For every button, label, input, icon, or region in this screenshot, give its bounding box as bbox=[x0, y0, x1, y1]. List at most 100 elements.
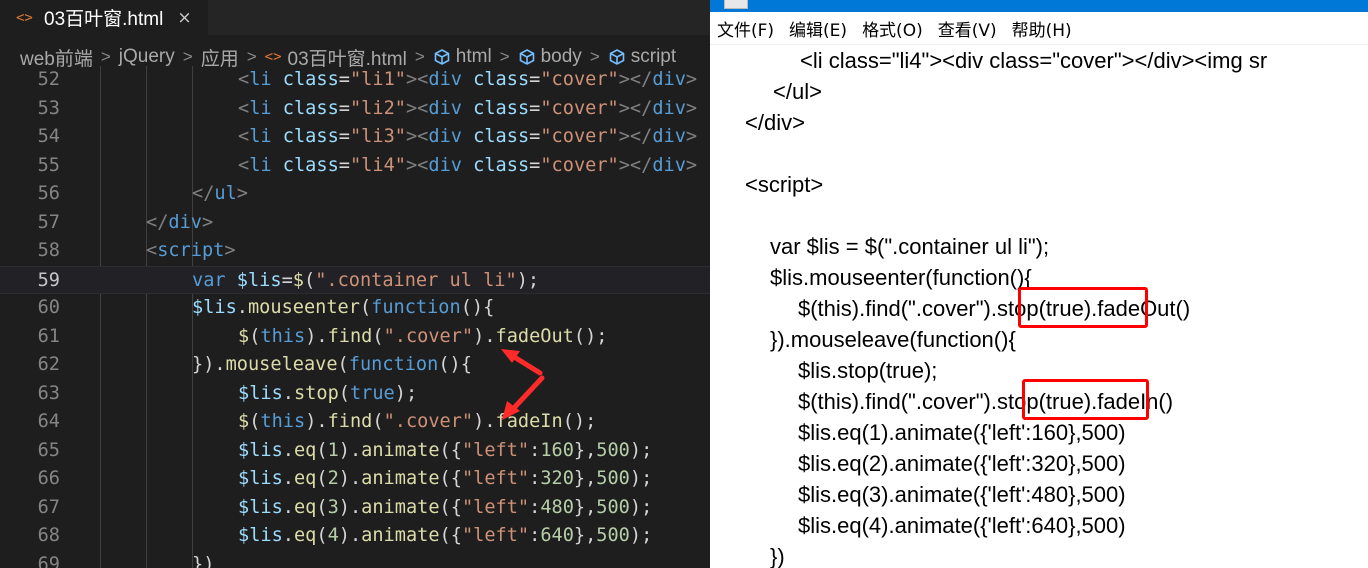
code-token: }, bbox=[573, 439, 597, 461]
line-number: 55 bbox=[37, 154, 60, 176]
notepad-icon bbox=[724, 0, 748, 9]
code-token: eq bbox=[293, 496, 317, 518]
menu-view[interactable]: 查看(V) bbox=[938, 16, 997, 41]
tab-bar: <> 03百叶窗.html × bbox=[0, 0, 710, 35]
text-line: $lis.stop(true); bbox=[798, 358, 938, 383]
code-token: eq bbox=[293, 439, 317, 461]
code-token: = bbox=[338, 69, 350, 90]
code-token: this bbox=[260, 325, 306, 347]
code-token: ( bbox=[249, 325, 261, 347]
code-line[interactable]: 63 $lis.stop(true); bbox=[0, 380, 710, 409]
code-token: 480 bbox=[540, 496, 574, 518]
editor-tab[interactable]: <> 03百叶窗.html × bbox=[0, 0, 208, 35]
code-token: class bbox=[282, 97, 339, 119]
code-token: "li4" bbox=[349, 154, 406, 176]
cube-icon bbox=[609, 49, 625, 65]
breadcrumb-item-script[interactable]: script bbox=[608, 46, 676, 68]
code-token: (){ bbox=[438, 354, 472, 375]
code-token: $lis bbox=[238, 439, 283, 461]
code-line[interactable]: 62}).mouseleave(function(){ bbox=[0, 351, 710, 380]
breadcrumb-item[interactable]: jQuery bbox=[119, 46, 175, 68]
breadcrumb-label: body bbox=[540, 46, 582, 67]
code-token: ></ bbox=[618, 154, 653, 176]
code-token: li bbox=[249, 69, 272, 90]
code-token: = bbox=[529, 69, 541, 90]
code-token: "cover" bbox=[540, 69, 619, 90]
code-token: script bbox=[157, 240, 225, 261]
code-token: ></ bbox=[618, 126, 653, 147]
code-line[interactable]: 68 $lis.eq(4).animate({"left":640},500); bbox=[0, 522, 710, 551]
code-token: div bbox=[652, 69, 686, 90]
line-number: 52 bbox=[37, 69, 60, 90]
code-token: ); bbox=[629, 525, 653, 546]
code-line[interactable]: 66 $lis.eq(2).animate({"left":320},500); bbox=[0, 465, 710, 494]
menu-bar: 文件(F) 编辑(E) 格式(O) 查看(V) 帮助(H) bbox=[710, 12, 1368, 45]
menu-help[interactable]: 帮助(H) bbox=[1012, 16, 1072, 41]
code-line[interactable]: 55 <li class="li4"><div class="cover"></d… bbox=[0, 152, 710, 181]
breadcrumb-item-body[interactable]: body bbox=[518, 46, 582, 68]
text-line: $lis.eq(1).animate({'left':160},500) bbox=[798, 420, 1126, 445]
code-token: > bbox=[685, 97, 698, 119]
code-area[interactable]: 52 <li class="li1"><div class="cover"></d… bbox=[0, 66, 710, 568]
line-number: 65 bbox=[37, 439, 60, 461]
menu-edit[interactable]: 编辑(E) bbox=[789, 16, 847, 41]
close-icon[interactable]: × bbox=[177, 8, 191, 28]
code-token: ). bbox=[338, 525, 362, 546]
code-line[interactable]: 69}) bbox=[0, 551, 710, 568]
text-line: }).mouseleave(function(){ bbox=[770, 327, 1016, 352]
code-text: }) bbox=[192, 551, 214, 568]
code-token: find bbox=[327, 411, 373, 432]
chevron-right-icon: > bbox=[589, 47, 600, 66]
code-token: "li3" bbox=[349, 126, 406, 147]
code-line[interactable]: 52 <li class="li1"><div class="cover"></d… bbox=[0, 66, 710, 95]
code-line[interactable]: 60 $lis.mouseenter(function(){ bbox=[0, 294, 710, 323]
code-token: ). bbox=[305, 411, 328, 432]
code-token: : bbox=[529, 525, 541, 546]
code-line[interactable]: 53 <li class="li2"><div class="cover"></d… bbox=[0, 95, 710, 124]
code-token: ); bbox=[629, 468, 653, 489]
code-line[interactable]: 65 $lis.eq(1).animate({"left":160},500); bbox=[0, 437, 710, 466]
cube-icon bbox=[519, 49, 534, 65]
annotation-arrows bbox=[501, 349, 545, 420]
code-editor[interactable]: <> 03百叶窗.html × web前端 > jQuery > 应用 > <>… bbox=[0, 0, 710, 568]
code-token: class bbox=[282, 69, 339, 90]
line-number: 61 bbox=[37, 325, 60, 347]
code-line[interactable]: 64 $(this).find(".cover").fadeIn(); bbox=[0, 408, 710, 437]
code-token: animate bbox=[361, 468, 440, 489]
code-token: . bbox=[282, 525, 294, 546]
code-text: <script> bbox=[146, 237, 236, 266]
menu-file[interactable]: 文件(F) bbox=[717, 16, 774, 41]
code-token: ( bbox=[316, 439, 328, 461]
code-token: class bbox=[473, 126, 530, 147]
line-number: 62 bbox=[37, 354, 60, 375]
code-line[interactable]: 57 </div> bbox=[0, 209, 710, 238]
code-line[interactable]: 58 <script> bbox=[0, 237, 710, 266]
code-text: <li class="li4"><div class="cover"></div… bbox=[238, 152, 697, 181]
code-line[interactable]: 67 $lis.eq(3).animate({"left":480},500); bbox=[0, 494, 710, 523]
breadcrumb-item-html[interactable]: html bbox=[433, 46, 492, 68]
code-token: $lis bbox=[192, 297, 237, 318]
menu-format[interactable]: 格式(O) bbox=[862, 16, 923, 41]
code-token: 640 bbox=[540, 525, 574, 546]
code-token: </ bbox=[192, 183, 215, 204]
code-token: : bbox=[529, 468, 541, 489]
code-line[interactable]: 59 var $lis=$(".container ul li"); bbox=[0, 265, 710, 294]
code-token: $lis bbox=[236, 269, 282, 291]
notepad-window[interactable]: 文件(F) 编辑(E) 格式(O) 查看(V) 帮助(H) <li class=… bbox=[710, 0, 1368, 568]
highlight-box bbox=[1022, 379, 1149, 420]
highlight-box bbox=[1018, 287, 1148, 328]
code-token: }, bbox=[573, 525, 597, 546]
code-token: < bbox=[417, 126, 429, 147]
code-token: = bbox=[529, 154, 541, 176]
code-token: . bbox=[282, 439, 294, 461]
code-line[interactable]: 54 <li class="li3"><div class="cover"></d… bbox=[0, 123, 710, 152]
code-token: class bbox=[282, 154, 339, 176]
code-token: </ bbox=[146, 211, 169, 233]
code-line[interactable]: 61 $(this).find(".cover").fadeOut(); bbox=[0, 323, 710, 352]
code-line[interactable]: 56 </ul> bbox=[0, 180, 710, 209]
code-token: > bbox=[405, 69, 418, 90]
code-token: }) bbox=[192, 553, 215, 568]
